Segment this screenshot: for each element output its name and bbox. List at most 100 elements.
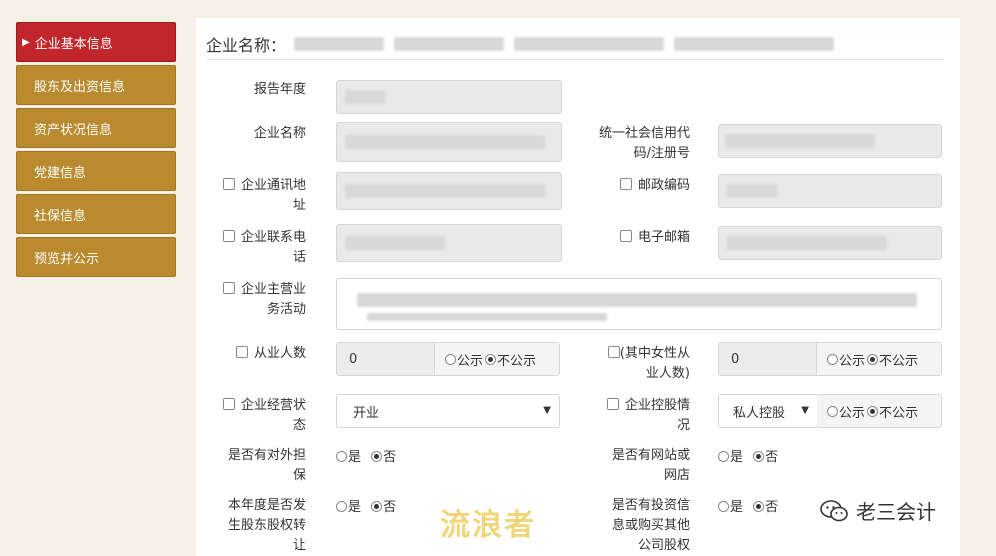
- credit-code-label: 统一社会信用代码/注册号: [594, 124, 690, 164]
- guarantee-label-line2: 保: [292, 468, 306, 483]
- sidebar-item-preview-publish[interactable]: 预览并公示: [16, 237, 176, 277]
- sidebar-item-party[interactable]: 党建信息: [16, 151, 176, 191]
- radio-no[interactable]: [753, 501, 765, 512]
- transfer-label-line3: 让: [292, 538, 306, 553]
- sidebar-item-assets[interactable]: 资产状况信息: [16, 108, 176, 148]
- investment-label-line1: 是否有投资信: [611, 498, 690, 513]
- business-checkbox[interactable]: [222, 282, 235, 294]
- status-checkbox[interactable]: [222, 398, 235, 410]
- holding-checkbox[interactable]: [606, 398, 619, 410]
- not-public-label: 不公示: [497, 353, 537, 369]
- holding-label-line2: 况: [676, 418, 690, 433]
- email-checkbox[interactable]: [619, 230, 632, 242]
- female-employees-input[interactable]: 0: [719, 343, 817, 375]
- female-label-line2: 业人数): [645, 366, 690, 381]
- holding-select[interactable]: 私人控股 ▼: [718, 394, 818, 428]
- address-label[interactable]: 企业通讯地 址: [216, 176, 306, 216]
- transfer-label-line1: 本年度是否发: [227, 498, 306, 513]
- caret-down-icon: ▼: [797, 405, 809, 416]
- redacted-text: [725, 134, 875, 148]
- company-name-title: 企业名称：: [206, 35, 287, 55]
- radio-yes[interactable]: [718, 451, 729, 462]
- website-label: 是否有网站或 网店: [590, 446, 690, 486]
- redacted-text: [345, 90, 385, 104]
- website-radio-group: 是 否: [718, 448, 778, 468]
- status-label[interactable]: 企业经营状 态: [216, 396, 306, 436]
- redacted-text: [394, 36, 505, 51]
- sidebar-item-label: 预览并公示: [34, 251, 100, 267]
- redacted-text: [514, 36, 665, 51]
- guarantee-label-line1: 是否有对外担: [227, 448, 306, 463]
- redacted-text: [294, 36, 385, 51]
- radio-not-public[interactable]: [485, 353, 497, 365]
- phone-label-line2: 话: [292, 250, 306, 265]
- transfer-label-line2: 生股东股权转: [227, 518, 306, 533]
- report-year-field[interactable]: [336, 80, 562, 114]
- sidebar-item-social-security[interactable]: 社保信息: [16, 194, 176, 234]
- redacted-text: [357, 293, 917, 307]
- phone-label[interactable]: 企业联系电 话: [216, 228, 306, 268]
- postal-field[interactable]: [718, 174, 942, 208]
- credit-code-field[interactable]: [718, 124, 942, 158]
- guarantee-radio-group: 是 否: [336, 448, 396, 468]
- business-label[interactable]: 企业主营业 务活动: [216, 280, 306, 320]
- address-label-line1: 企业通讯地: [240, 178, 306, 193]
- radio-no[interactable]: [371, 451, 383, 462]
- public-label: 公示: [457, 353, 484, 369]
- email-field[interactable]: [718, 226, 942, 260]
- transfer-radio-group: 是 否: [336, 498, 396, 518]
- postal-checkbox[interactable]: [619, 178, 632, 190]
- watermark: 流浪者: [440, 508, 536, 543]
- employees-checkbox[interactable]: [235, 346, 248, 358]
- public-label: 公示: [839, 405, 866, 421]
- company-name-field[interactable]: [336, 122, 562, 162]
- credit-code-label-text: 统一社会信用代码/注册号: [598, 126, 690, 161]
- logo: 老三会计: [820, 496, 936, 525]
- no-label: 否: [765, 450, 779, 465]
- business-textarea[interactable]: [336, 278, 942, 330]
- radio-not-public[interactable]: [867, 405, 879, 417]
- radio-no[interactable]: [371, 501, 383, 512]
- radio-yes[interactable]: [718, 501, 729, 512]
- radio-public[interactable]: [827, 405, 838, 417]
- phone-field[interactable]: [336, 224, 562, 262]
- not-public-label: 不公示: [879, 405, 919, 421]
- postal-label[interactable]: 邮政编码: [594, 176, 690, 196]
- radio-public[interactable]: [445, 353, 456, 365]
- yes-label: 是: [348, 500, 362, 515]
- employees-label[interactable]: 从业人数: [216, 344, 306, 364]
- radio-yes[interactable]: [336, 501, 347, 512]
- investment-label: 是否有投资信 息或购买其他 公司股权: [590, 496, 690, 556]
- employees-input-group: 0 公示 不公示: [336, 342, 560, 376]
- redacted-text: [345, 236, 445, 250]
- female-employees-label[interactable]: (其中女性从 业人数): [594, 344, 690, 384]
- status-select[interactable]: 开业 ▼: [336, 394, 560, 428]
- email-label[interactable]: 电子邮箱: [594, 228, 690, 248]
- holding-publish-options: 公示 不公示: [817, 395, 941, 427]
- phone-checkbox[interactable]: [222, 230, 235, 242]
- redacted-text: [727, 236, 887, 250]
- employees-input[interactable]: 0: [337, 343, 435, 375]
- radio-not-public[interactable]: [867, 353, 879, 365]
- caret-down-icon: ▼: [543, 405, 551, 416]
- female-label-line1: (其中女性从: [619, 346, 690, 361]
- redacted-text: [727, 184, 777, 198]
- status-select-value: 开业: [353, 405, 380, 421]
- holding-label[interactable]: 企业控股情 况: [594, 396, 690, 436]
- radio-no[interactable]: [753, 451, 765, 462]
- not-public-label: 不公示: [879, 353, 919, 369]
- yes-label: 是: [730, 500, 744, 515]
- female-employees-checkbox[interactable]: [607, 346, 620, 358]
- investment-label-line3: 公司股权: [637, 538, 690, 553]
- sidebar-item-shareholders[interactable]: 股东及出资信息: [16, 65, 176, 105]
- sidebar-item-basic-info[interactable]: ▶ 企业基本信息: [16, 22, 176, 62]
- employees-label-text: 从业人数: [253, 346, 306, 361]
- company-name-label: 企业名称: [253, 126, 306, 141]
- redacted-text: [674, 36, 835, 51]
- address-checkbox[interactable]: [222, 178, 235, 190]
- radio-public[interactable]: [827, 353, 838, 365]
- radio-yes[interactable]: [336, 451, 347, 462]
- holding-select-value: 私人控股: [733, 405, 786, 421]
- address-field[interactable]: [336, 172, 562, 210]
- holding-label-line1: 企业控股情: [624, 398, 690, 413]
